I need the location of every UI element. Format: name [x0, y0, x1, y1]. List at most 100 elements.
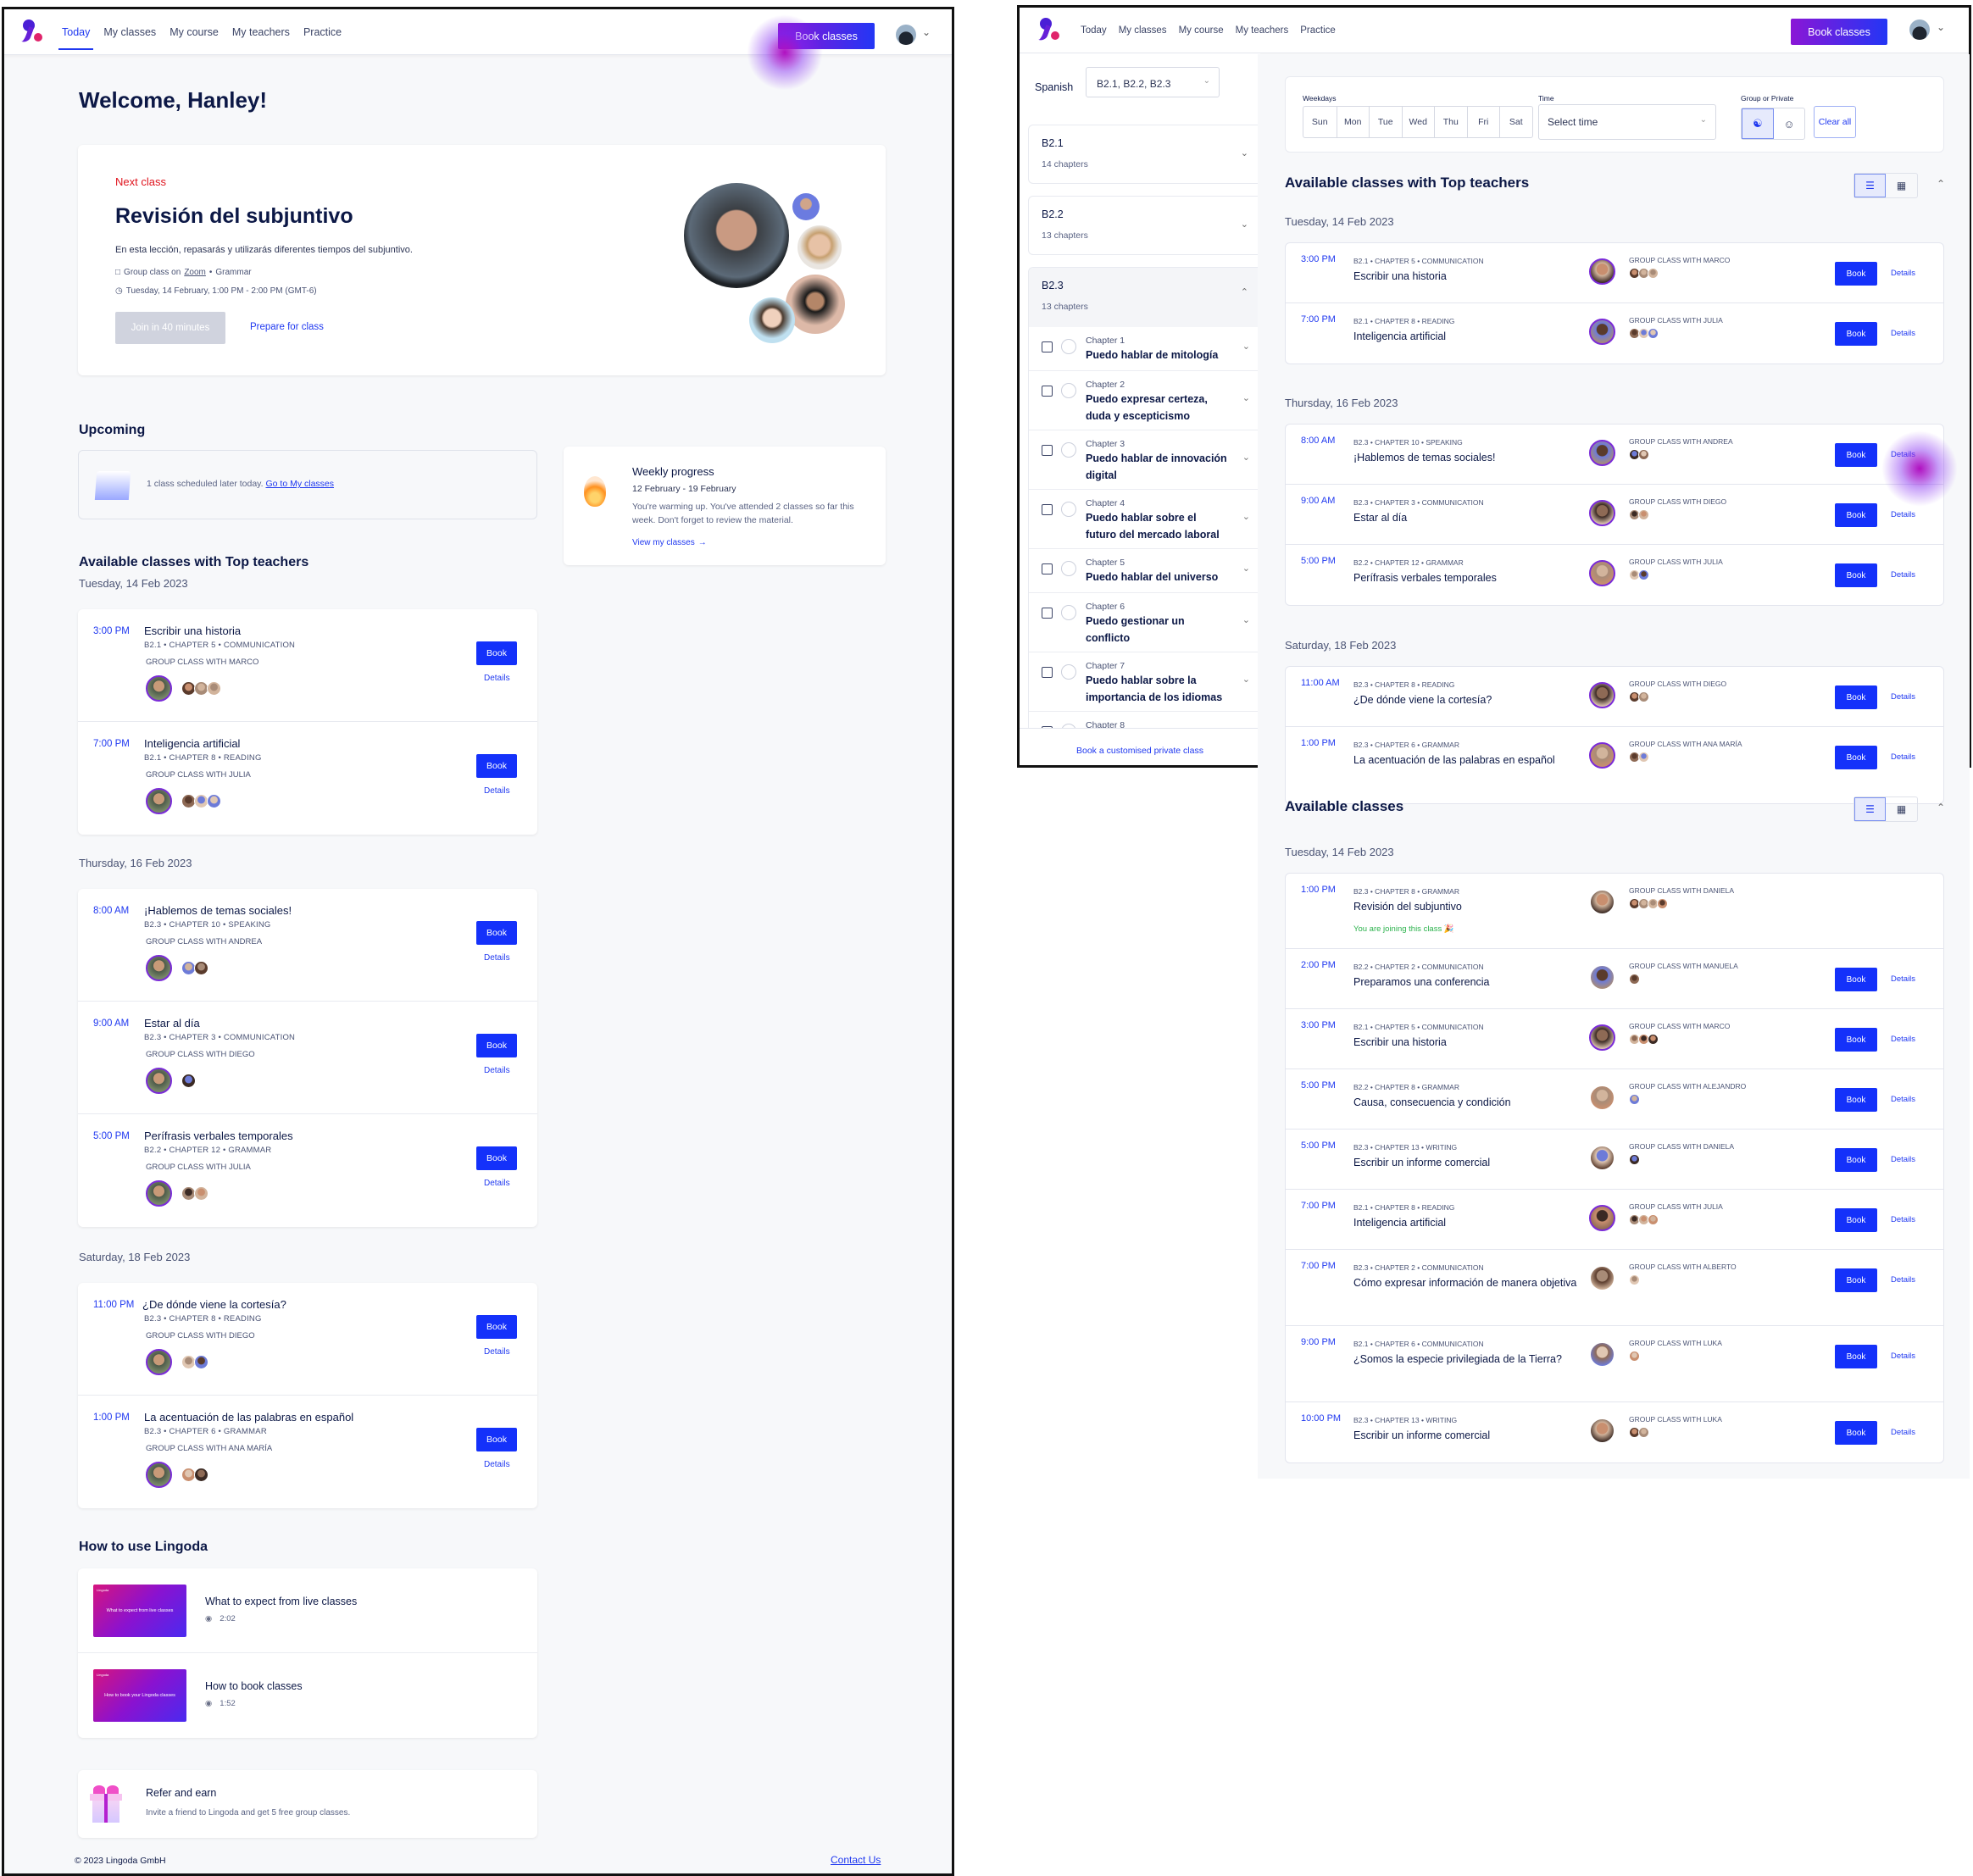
- teacher-avatar[interactable]: [1589, 1265, 1615, 1291]
- teacher-avatar[interactable]: [1589, 1024, 1615, 1051]
- details-link[interactable]: Details: [1891, 1275, 1915, 1285]
- chapter-item[interactable]: Chapter 5 Puedo hablar del universo ⌄: [1029, 549, 1260, 593]
- teacher-avatar[interactable]: [1589, 1205, 1615, 1231]
- teacher-avatar[interactable]: [146, 788, 172, 814]
- book-button[interactable]: Book: [1835, 968, 1877, 991]
- details-link[interactable]: Details: [1891, 1428, 1915, 1437]
- details-link[interactable]: Details: [484, 674, 510, 683]
- book-classes-button[interactable]: Book classes: [778, 23, 875, 49]
- chapter-item[interactable]: Chapter 4 Puedo hablar sobre el futuro de…: [1029, 490, 1260, 549]
- details-link[interactable]: Details: [484, 786, 510, 796]
- book-button[interactable]: Book: [476, 1315, 517, 1339]
- book-button[interactable]: Book: [476, 1146, 517, 1170]
- group-class-icon[interactable]: ☯: [1742, 108, 1774, 139]
- chapter-item[interactable]: Chapter 7 Puedo hablar sobre la importanc…: [1029, 652, 1260, 712]
- book-button[interactable]: Book: [1835, 1268, 1877, 1292]
- list-view-icon[interactable]: ☰: [1854, 797, 1886, 821]
- chapter-item[interactable]: Chapter 2 Puedo expresar certeza, duda y …: [1029, 371, 1260, 430]
- level-select[interactable]: B2.1, B2.2, B2.3 ⌄: [1086, 67, 1220, 97]
- details-link[interactable]: Details: [1891, 1215, 1915, 1224]
- teacher-avatar[interactable]: [146, 675, 172, 702]
- level-accordion-b2-1[interactable]: B2.1 14 chapters ⌄: [1028, 125, 1260, 184]
- teacher-avatar[interactable]: [1589, 500, 1615, 526]
- book-classes-button[interactable]: Book classes: [1791, 19, 1887, 45]
- weekday-mon[interactable]: Mon: [1336, 107, 1370, 137]
- book-button[interactable]: Book: [1835, 1148, 1877, 1172]
- zoom-link[interactable]: Zoom: [184, 268, 206, 277]
- book-button[interactable]: Book: [1835, 443, 1877, 467]
- chapter-checkbox[interactable]: [1042, 504, 1053, 515]
- teacher-avatar[interactable]: [1589, 682, 1615, 708]
- teacher-avatar[interactable]: [1589, 319, 1615, 345]
- details-link[interactable]: Details: [1891, 329, 1915, 338]
- nav-practice[interactable]: Practice: [303, 9, 342, 55]
- teacher-avatar[interactable]: [1589, 258, 1615, 285]
- teacher-avatar[interactable]: [146, 1068, 172, 1094]
- book-button[interactable]: Book: [1835, 746, 1877, 769]
- chevron-down-icon[interactable]: ⌄: [1937, 21, 1945, 33]
- teacher-avatar[interactable]: [1589, 1085, 1615, 1111]
- nav-my-classes[interactable]: My classes: [103, 9, 156, 55]
- nav-my-teachers[interactable]: My teachers: [1236, 8, 1289, 53]
- book-button[interactable]: Book: [476, 641, 517, 665]
- time-select[interactable]: Select time ⌄: [1538, 104, 1716, 140]
- details-link[interactable]: Details: [484, 1066, 510, 1075]
- weekday-wed[interactable]: Wed: [1401, 107, 1435, 137]
- book-button[interactable]: Book: [476, 754, 517, 778]
- book-private-class-link[interactable]: Book a customised private class: [1020, 728, 1260, 765]
- prepare-for-class-link[interactable]: Prepare for class: [250, 322, 324, 332]
- lingoda-logo[interactable]: [20, 19, 43, 45]
- details-link[interactable]: Details: [484, 1460, 510, 1469]
- weekday-sun[interactable]: Sun: [1303, 107, 1337, 137]
- book-button[interactable]: Book: [1835, 1028, 1877, 1052]
- video-thumbnail[interactable]: Lingoda What to expect from live classes: [93, 1585, 186, 1637]
- nav-my-teachers[interactable]: My teachers: [232, 9, 290, 55]
- teacher-avatar[interactable]: [146, 1180, 172, 1207]
- nav-my-course[interactable]: My course: [170, 9, 219, 55]
- details-link[interactable]: Details: [1891, 1155, 1915, 1164]
- details-link[interactable]: Details: [484, 953, 510, 963]
- go-to-my-classes-link[interactable]: Go to My classes: [265, 479, 334, 489]
- teacher-avatar[interactable]: [146, 955, 172, 981]
- clear-all-button[interactable]: Clear all: [1814, 106, 1856, 138]
- user-avatar[interactable]: [896, 25, 916, 45]
- lingoda-logo[interactable]: [1037, 18, 1060, 43]
- details-link[interactable]: Details: [484, 1347, 510, 1357]
- book-button[interactable]: Book: [1835, 262, 1877, 286]
- details-link[interactable]: Details: [1891, 570, 1915, 580]
- details-link[interactable]: Details: [1891, 269, 1915, 278]
- user-avatar[interactable]: [1909, 19, 1930, 40]
- details-link[interactable]: Details: [1891, 1095, 1915, 1104]
- teacher-avatar[interactable]: [1589, 742, 1615, 769]
- book-button[interactable]: Book: [476, 921, 517, 945]
- video-thumbnail[interactable]: Lingoda How to book your Lingoda classes: [93, 1669, 186, 1722]
- book-button[interactable]: Book: [1835, 503, 1877, 527]
- details-link[interactable]: Details: [1891, 692, 1915, 702]
- list-view-icon[interactable]: ☰: [1854, 174, 1886, 197]
- weekday-fri[interactable]: Fri: [1466, 107, 1500, 137]
- book-button[interactable]: Book: [1835, 1345, 1877, 1368]
- book-button[interactable]: Book: [1835, 563, 1877, 587]
- chapter-item[interactable]: Chapter 1 Puedo hablar de mitología ⌄: [1029, 327, 1260, 371]
- book-button[interactable]: Book: [1835, 1088, 1877, 1112]
- nav-my-classes[interactable]: My classes: [1119, 8, 1167, 53]
- teacher-avatar[interactable]: [1589, 440, 1615, 466]
- chapter-checkbox[interactable]: [1042, 608, 1053, 619]
- video-item[interactable]: Lingoda What to expect from live classes…: [78, 1568, 537, 1653]
- nav-practice[interactable]: Practice: [1300, 8, 1336, 53]
- join-class-button[interactable]: Join in 40 minutes: [115, 312, 225, 344]
- details-link[interactable]: Details: [1891, 510, 1915, 519]
- book-button[interactable]: Book: [476, 1428, 517, 1451]
- video-item[interactable]: Lingoda How to book your Lingoda classes…: [78, 1653, 537, 1738]
- chevron-down-icon[interactable]: ⌄: [922, 26, 931, 38]
- details-link[interactable]: Details: [1891, 450, 1915, 459]
- teacher-avatar[interactable]: [146, 1349, 172, 1375]
- teacher-avatar[interactable]: [1589, 560, 1615, 586]
- book-button[interactable]: Book: [1835, 1421, 1877, 1445]
- weekday-thu[interactable]: Thu: [1434, 107, 1467, 137]
- level-accordion-b2-2[interactable]: B2.2 13 chapters ⌄: [1028, 196, 1260, 255]
- grid-view-icon[interactable]: ▦: [1886, 174, 1917, 197]
- details-link[interactable]: Details: [484, 1179, 510, 1188]
- chapter-item[interactable]: Chapter 3 Puedo hablar de innovación digi…: [1029, 430, 1260, 490]
- teacher-avatar[interactable]: [146, 1462, 172, 1488]
